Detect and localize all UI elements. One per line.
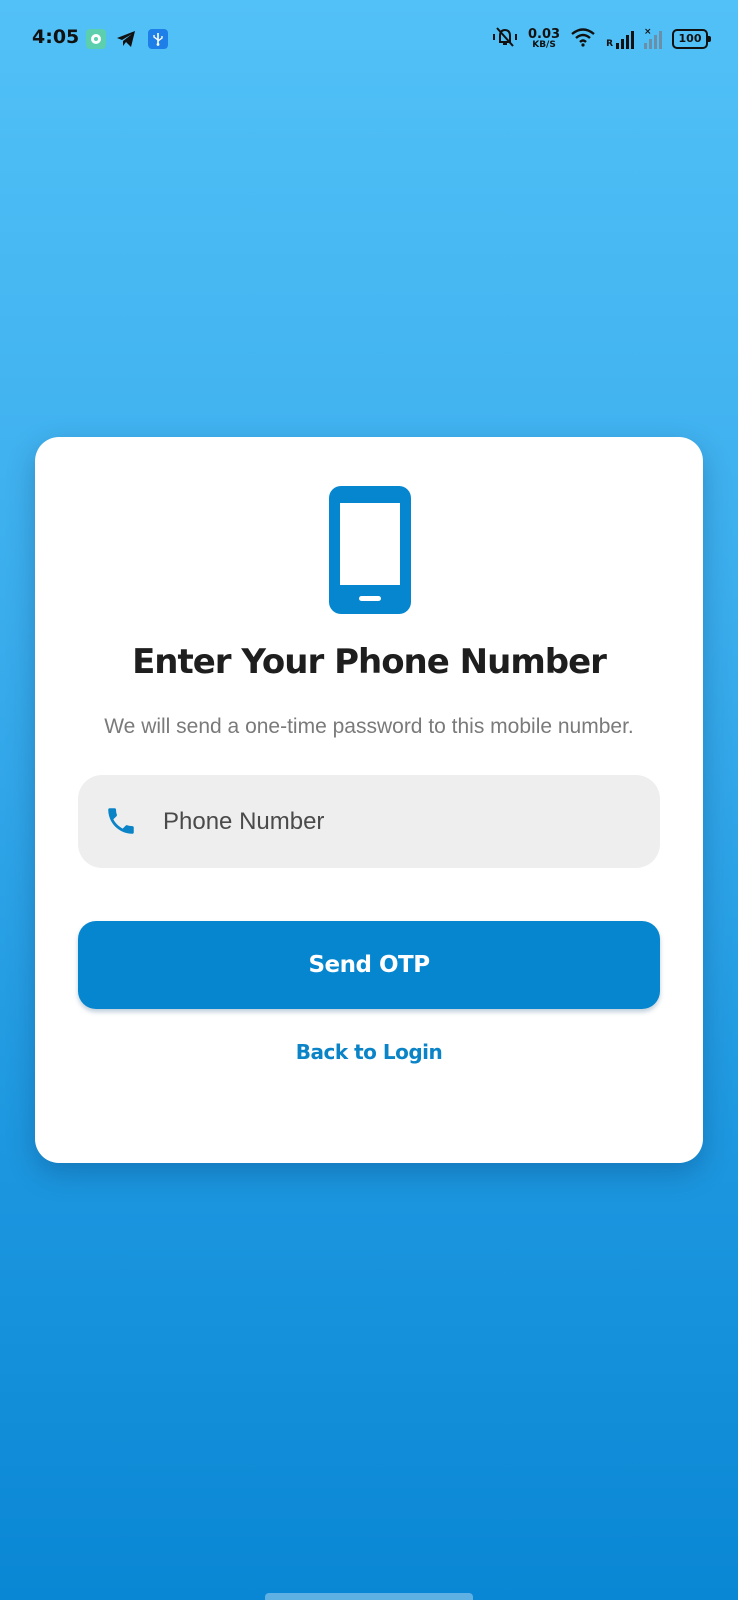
phone-icon: [108, 808, 134, 834]
page-title: Enter Your Phone Number: [132, 642, 607, 682]
status-time: 4:05: [32, 26, 80, 48]
otp-request-card: Enter Your Phone Number We will send a o…: [35, 437, 703, 1163]
page-subtitle: We will send a one-time password to this…: [104, 715, 634, 738]
mobile-phone-icon: [329, 486, 411, 614]
usb-icon: [148, 29, 168, 49]
network-speed: 0.03 KB/S: [527, 27, 561, 50]
signal-strength-icon: R: [606, 29, 634, 49]
phone-number-field[interactable]: [78, 775, 660, 868]
signal-no-service-icon: ×: [644, 27, 662, 49]
status-indicators: 0.03 KB/S R × 100: [492, 24, 711, 54]
vibrate-bell-off-icon: [492, 26, 518, 53]
back-to-login-link[interactable]: Back to Login: [35, 1040, 703, 1064]
phone-number-input[interactable]: [163, 775, 633, 868]
battery-icon: 100: [672, 29, 711, 49]
roaming-label: R: [606, 39, 613, 49]
home-indicator[interactable]: [265, 1593, 473, 1600]
telegram-icon: [116, 29, 136, 49]
status-bar: 4:05 0.03 KB/S R × 100: [0, 0, 738, 78]
send-otp-button[interactable]: Send OTP: [78, 921, 660, 1009]
chat-bubble-icon: [86, 29, 106, 49]
wifi-icon: [570, 27, 596, 52]
